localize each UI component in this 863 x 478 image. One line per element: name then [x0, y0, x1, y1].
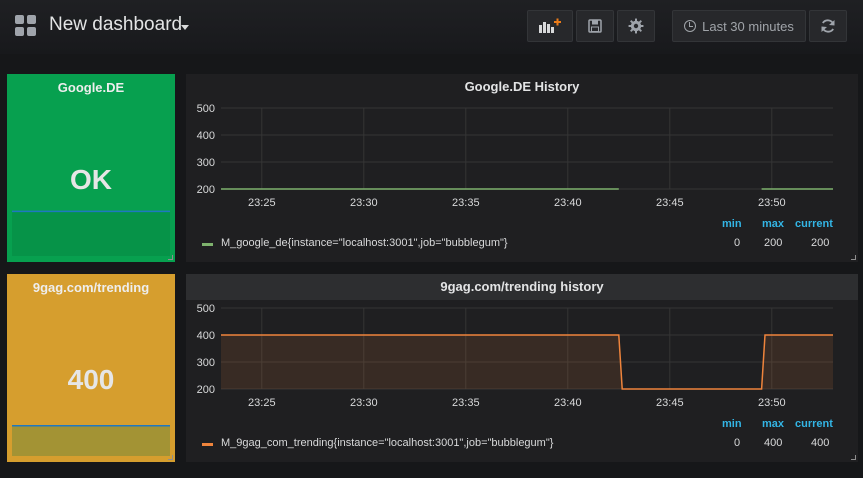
google-de-singlestat-panel[interactable]: Google.DE OK: [7, 74, 175, 262]
settings-gear-icon: [628, 18, 644, 34]
resize-handle-icon[interactable]: [851, 255, 856, 260]
ninegag-trending-history-panel[interactable]: 9gag.com/trending history 200 300 400 500 23…: [186, 274, 858, 462]
legend-series-color[interactable]: [202, 243, 213, 246]
panel-title: 9gag.com/trending history: [186, 274, 858, 300]
panel-title: Google.DE History: [464, 79, 580, 94]
dashboard-title[interactable]: New dashboard: [49, 14, 182, 36]
dashboard-settings-button[interactable]: [617, 10, 655, 42]
legend-min-value: 0: [734, 237, 741, 249]
x-tick-label: 23:45: [656, 197, 684, 209]
x-tick-label: 23:45: [656, 397, 684, 409]
legend-series-color[interactable]: [202, 443, 213, 446]
add-panel-icon: [539, 18, 561, 33]
ninegag-trending-singlestat-panel[interactable]: 9gag.com/trending 400: [7, 274, 175, 462]
legend-min-value: 0: [734, 437, 741, 449]
legend-series-name[interactable]: M_google_de{instance="localhost:3001",jo…: [221, 237, 508, 249]
x-tick-label: 23:50: [758, 197, 786, 209]
stat-value: OK: [70, 164, 112, 195]
legend-min-header[interactable]: min: [722, 218, 742, 230]
panel-title: Google.DE: [57, 80, 125, 95]
legend-max-header[interactable]: max: [762, 418, 784, 430]
y-tick-label: 300: [197, 357, 215, 369]
refresh-icon: [821, 19, 835, 33]
y-tick-label: 500: [197, 103, 215, 115]
ninegag-trending-history-chart: 200 300 400 500 23:25 23:30 23:35 23:40 23:45 23:…: [197, 303, 833, 409]
legend-max-value: 400: [764, 437, 783, 449]
x-tick-label: 23:40: [554, 397, 582, 409]
legend-min-header[interactable]: min: [722, 418, 742, 430]
resize-handle-icon[interactable]: [168, 455, 173, 460]
legend-max-header[interactable]: max: [762, 218, 784, 230]
time-range-picker[interactable]: Last 30 minutes: [672, 10, 806, 42]
x-tick-label: 23:50: [758, 397, 786, 409]
y-tick-label: 400: [197, 130, 215, 142]
legend-current-value: 200: [811, 237, 830, 249]
save-icon: [588, 19, 602, 33]
y-tick-label: 300: [197, 157, 215, 169]
clock-icon: [684, 20, 697, 32]
y-tick-label: 400: [197, 330, 215, 342]
stat-value: 400: [67, 364, 115, 395]
x-tick-label: 23:35: [452, 397, 480, 409]
google-de-history-panel[interactable]: Google.DE History 200 300 400 500 23:25 23:30…: [186, 74, 858, 262]
resize-handle-icon[interactable]: [168, 255, 173, 260]
y-tick-label: 500: [197, 303, 215, 315]
y-tick-label: 200: [197, 384, 215, 396]
x-tick-label: 23:25: [248, 197, 276, 209]
google-de-history-chart: 200 300 400 500 23:25 23:30 23:35 23:40 23:45 23:…: [197, 103, 833, 209]
save-dashboard-button[interactable]: [576, 10, 614, 42]
legend-current-header[interactable]: current: [795, 418, 833, 430]
x-tick-label: 23:30: [350, 197, 378, 209]
add-panel-button[interactable]: [527, 10, 573, 42]
x-tick-label: 23:30: [350, 397, 378, 409]
x-tick-label: 23:40: [554, 197, 582, 209]
chevron-down-icon[interactable]: [181, 25, 189, 30]
refresh-button[interactable]: [809, 10, 847, 42]
top-navbar: New dashboard Last 30 minutes: [0, 0, 863, 54]
legend-current-value: 400: [811, 437, 830, 449]
legend-max-value: 200: [764, 237, 783, 249]
y-tick-label: 200: [197, 184, 215, 196]
legend-series-name[interactable]: M_9gag_com_trending{instance="localhost:…: [221, 437, 553, 449]
panel-title: 9gag.com/trending: [32, 280, 150, 295]
x-tick-label: 23:35: [452, 197, 480, 209]
x-tick-label: 23:25: [248, 397, 276, 409]
dashboard-grid-icon[interactable]: [15, 15, 37, 37]
resize-handle-icon[interactable]: [851, 455, 856, 460]
time-range-label: Last 30 minutes: [702, 18, 794, 34]
legend-current-header[interactable]: current: [795, 218, 833, 230]
